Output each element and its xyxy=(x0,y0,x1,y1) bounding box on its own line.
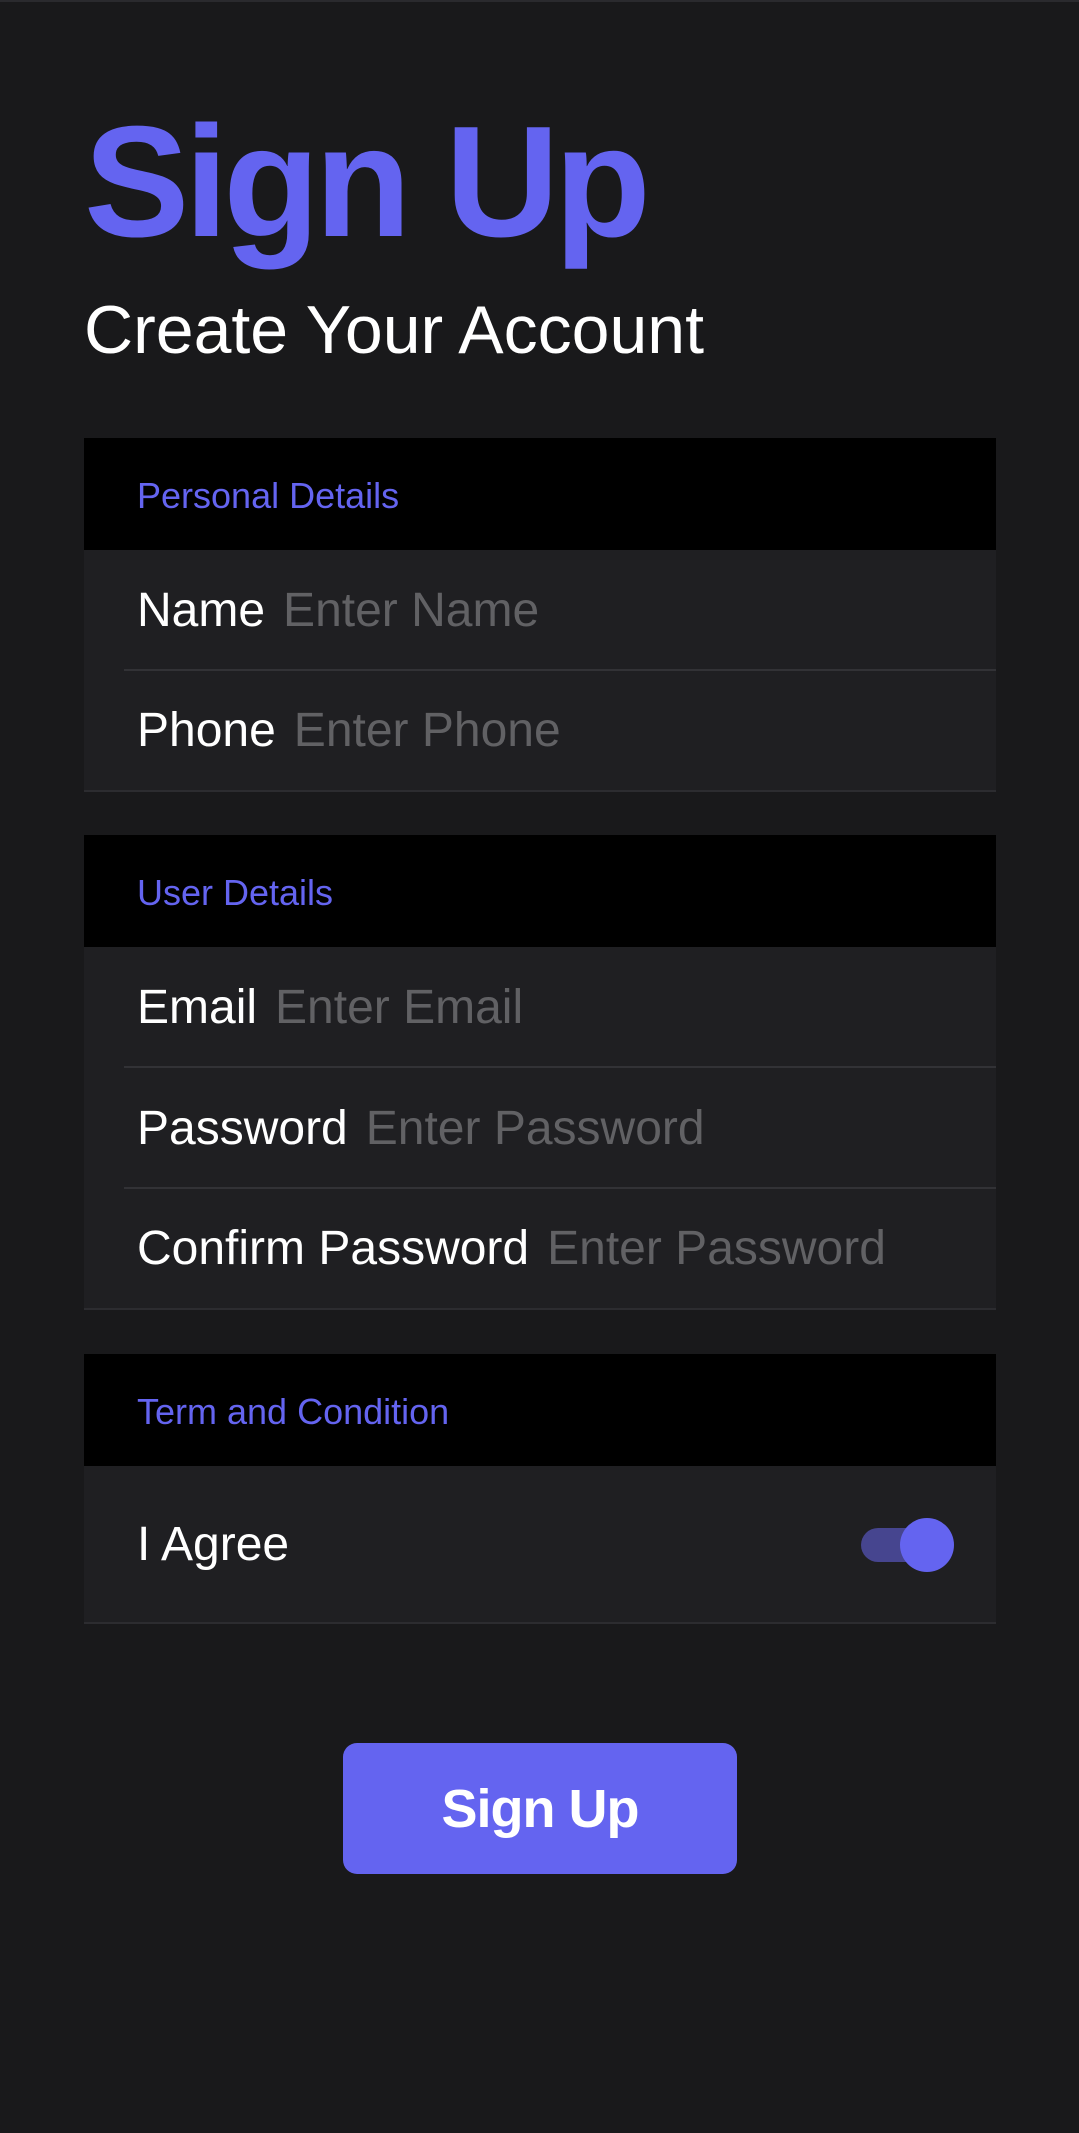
confirm-password-input[interactable] xyxy=(547,1221,996,1276)
name-label: Name xyxy=(137,584,266,637)
confirm-password-label: Confirm Password xyxy=(137,1222,530,1275)
terms-section: Term and Condition I Agree xyxy=(84,1354,996,1624)
user-details-heading: User Details xyxy=(137,872,334,913)
email-row: Email xyxy=(84,947,996,1068)
sign-up-button[interactable]: Sign Up xyxy=(343,1743,737,1874)
personal-details-section: Personal Details Name Phone xyxy=(84,438,996,792)
terms-heading: Term and Condition xyxy=(137,1391,450,1432)
user-details-header: User Details xyxy=(84,835,996,947)
user-details-section: User Details Email Password Confirm Pass… xyxy=(84,835,996,1310)
top-divider xyxy=(0,0,1079,2)
name-row: Name xyxy=(84,550,996,671)
personal-details-header: Personal Details xyxy=(84,438,996,550)
phone-row: Phone xyxy=(84,671,996,792)
password-label: Password xyxy=(137,1102,348,1155)
password-row: Password xyxy=(84,1068,996,1189)
email-input[interactable] xyxy=(275,980,996,1035)
agree-label: I Agree xyxy=(137,1517,290,1571)
page-subtitle: Create Your Account xyxy=(84,292,705,368)
personal-details-heading: Personal Details xyxy=(137,475,400,516)
phone-input[interactable] xyxy=(293,703,996,758)
agree-toggle-thumb xyxy=(900,1518,954,1572)
sign-up-screen: Sign Up Create Your Account Personal Det… xyxy=(0,0,1079,2133)
email-label: Email xyxy=(137,981,258,1034)
terms-header: Term and Condition xyxy=(84,1354,996,1466)
agree-toggle[interactable] xyxy=(859,1518,954,1572)
agree-row: I Agree xyxy=(84,1466,996,1624)
name-input[interactable] xyxy=(283,583,996,638)
page-title: Sign Up xyxy=(84,94,651,270)
password-input[interactable] xyxy=(365,1101,996,1156)
confirm-password-row: Confirm Password xyxy=(84,1189,996,1310)
phone-label: Phone xyxy=(137,704,276,757)
